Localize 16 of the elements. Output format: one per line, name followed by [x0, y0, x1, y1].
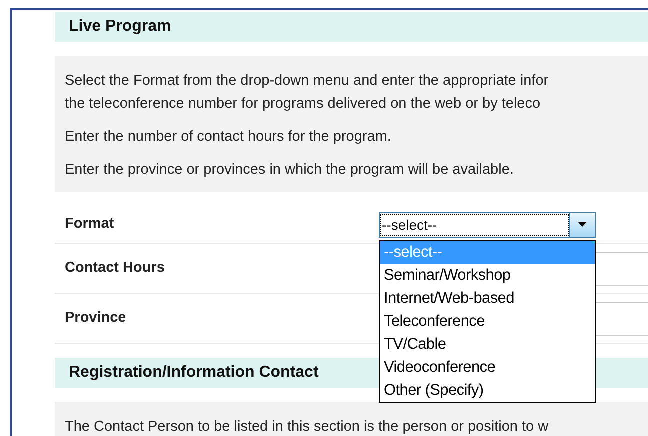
dropdown-option[interactable]: Teleconference: [380, 310, 595, 332]
instruction-text: Enter the province or provinces in which the program will be available.: [65, 161, 515, 180]
instruction-text: Enter the number of contact hours for the program.: [65, 128, 392, 147]
field-label: Province: [64, 308, 128, 328]
field-label: Format: [64, 214, 116, 234]
instruction-text: Select the Format from the drop-down menu and enter the appropriate infor the teleconference number for programs delivered on the web or by teleco: [65, 72, 550, 114]
dropdown-option[interactable]: TV/Cable: [380, 332, 595, 356]
dropdown-option[interactable]: Seminar/Workshop: [380, 264, 595, 286]
dropdown-option[interactable]: Videoconference: [380, 356, 595, 378]
instruction-text: The Contact Person to be listed in this section is the person or position to w: [65, 418, 550, 436]
field-label: Contact Hours: [64, 258, 166, 278]
dropdown-option[interactable]: Other (Specify): [380, 378, 595, 402]
section-title: Live Program: [69, 17, 172, 37]
section-title: Registration/Information Contact: [69, 363, 319, 383]
dropdown-option[interactable]: Internet/Web-based: [380, 286, 595, 310]
format-select[interactable]: --select--: [379, 212, 596, 238]
